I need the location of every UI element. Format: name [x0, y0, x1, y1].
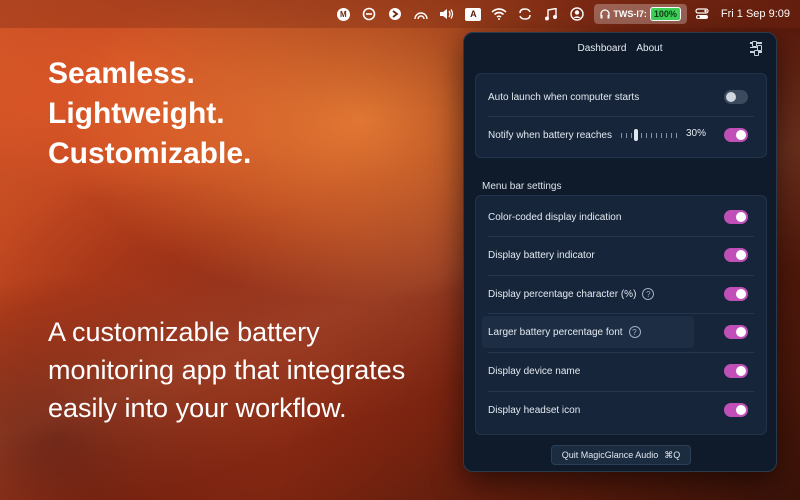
setting-label: Color-coded display indication [488, 211, 622, 223]
menu-bar-settings-card: Color-coded display indication Display b… [475, 195, 767, 435]
setting-row-device-name: Display device name [488, 352, 754, 390]
quit-shortcut: ⌘Q [664, 449, 681, 460]
battery-indicator-toggle[interactable] [724, 248, 748, 262]
help-icon[interactable]: ? [628, 326, 641, 338]
tab-dashboard[interactable]: Dashboard [577, 43, 626, 54]
rainbow-icon[interactable] [410, 0, 432, 28]
setting-row-larger-font: Larger battery percentage font ? [482, 313, 754, 351]
headset-icon [600, 9, 611, 19]
music-icon[interactable] [540, 0, 562, 28]
help-icon[interactable]: ? [642, 288, 655, 300]
headline-line-3: Customizable. [48, 137, 252, 170]
setting-label: Display battery indicator [488, 249, 595, 261]
slider-thumb[interactable] [634, 129, 638, 141]
battery-percentage-badge: 100% [649, 7, 681, 21]
popover-header: Dashboard About [464, 33, 776, 63]
notify-threshold-slider[interactable] [621, 129, 679, 141]
headline: Seamless. Lightweight. Customizable. [48, 54, 251, 174]
user-icon[interactable] [566, 0, 588, 28]
auto-launch-toggle[interactable] [724, 90, 748, 104]
notify-battery-row: Notify when battery reaches 30% [488, 116, 754, 154]
setting-label: Larger battery percentage font [488, 326, 623, 338]
auto-launch-row: Auto launch when computer starts [488, 78, 754, 116]
headline-line-1: Seamless. [48, 57, 195, 90]
setting-row-color-coded: Color-coded display indication [488, 198, 754, 236]
menu-bar-settings-title: Menu bar settings [482, 181, 562, 192]
device-name-toggle[interactable] [724, 364, 748, 378]
magicglance-popover: Dashboard About Auto launch when compute… [463, 32, 777, 472]
percentage-character-toggle[interactable] [724, 287, 748, 301]
setting-row-battery-indicator: Display battery indicator [488, 236, 754, 274]
menu-bar: M A TWS-I7: 100% Fri 1 Sep 9:09 [0, 0, 800, 28]
color-coded-toggle[interactable] [724, 210, 748, 224]
keyboard-input-label: A [465, 7, 482, 21]
control-center-icon[interactable] [691, 0, 713, 28]
setting-row-percentage-character: Display percentage character (%) ? [488, 275, 754, 313]
notify-battery-label: Notify when battery reaches [488, 129, 612, 141]
keyboard-a-icon[interactable]: A [462, 0, 484, 28]
setting-label: Display device name [488, 365, 581, 377]
menu-bar-clock[interactable]: Fri 1 Sep 9:09 [721, 8, 790, 20]
setting-row-headset-icon: Display headset icon [488, 391, 754, 429]
larger-font-toggle[interactable] [724, 325, 748, 339]
setting-label: Display headset icon [488, 404, 581, 416]
magicglance-menubar-item[interactable]: TWS-I7: 100% [594, 4, 687, 24]
headset-icon-toggle[interactable] [724, 403, 748, 417]
general-settings-card: Auto launch when computer starts Notify … [475, 73, 767, 158]
tagline: A customizable battery monitoring app th… [48, 317, 406, 423]
notify-threshold-value: 30% [686, 128, 707, 139]
settings-sliders-icon[interactable] [750, 40, 762, 55]
quit-button[interactable]: Quit MagicGlance Audio ⌘Q [551, 445, 691, 465]
notify-battery-toggle[interactable] [724, 128, 748, 142]
tab-about[interactable]: About [636, 43, 662, 54]
app-logo-icon[interactable] [384, 0, 406, 28]
auto-launch-label: Auto launch when computer starts [488, 91, 640, 103]
m-badge-icon[interactable]: M [332, 0, 354, 28]
m-badge-label: M [336, 7, 350, 21]
wifi-icon[interactable] [488, 0, 510, 28]
headline-line-2: Lightweight. [48, 97, 225, 130]
volume-icon[interactable] [436, 0, 458, 28]
quit-button-label: Quit MagicGlance Audio [561, 450, 659, 460]
rotate-icon[interactable] [514, 0, 536, 28]
circle-dash-icon[interactable] [358, 0, 380, 28]
setting-label: Display percentage character (%) [488, 288, 637, 300]
device-name: TWS-I7: [613, 9, 647, 19]
